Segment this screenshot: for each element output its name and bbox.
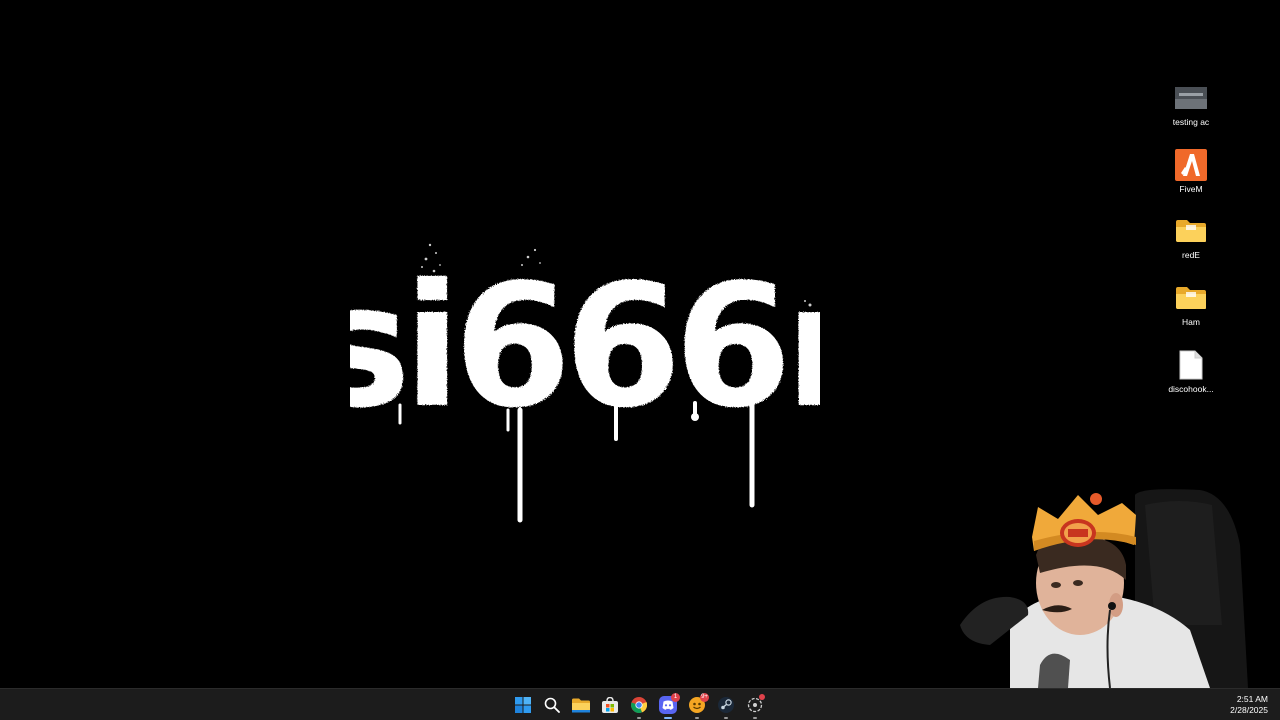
desktop-icon-label: Ham — [1182, 317, 1200, 328]
taskbar-microsoft-store[interactable] — [596, 691, 624, 719]
webcam-overlay — [950, 485, 1270, 688]
taskbar-chrome[interactable] — [625, 691, 653, 719]
store-icon — [602, 697, 618, 713]
desktop-icon-label: FiveM — [1179, 183, 1203, 194]
folder-icon — [1175, 282, 1207, 314]
desktop: si666r testing ac FiveM — [0, 0, 1280, 720]
taskbar-search-button[interactable] — [538, 691, 566, 719]
taskbar-discord[interactable]: 1 — [654, 691, 682, 719]
desktop-icon-label: discohook... — [1168, 383, 1214, 394]
clock-date: 2/28/2025 — [1230, 705, 1268, 715]
desktop-icon-testing-ac[interactable]: testing ac — [1160, 80, 1222, 142]
notification-badge: 9+ — [700, 693, 709, 702]
desktop-icon-ham[interactable]: Ham — [1160, 280, 1222, 342]
graffiti-art: si666r — [310, 243, 876, 523]
chrome-icon — [631, 697, 647, 713]
desktop-icon-label: redE — [1182, 250, 1200, 261]
taskbar-app-badged[interactable]: 9+ — [683, 691, 711, 719]
taskbar-app[interactable] — [741, 691, 769, 719]
notification-badge — [759, 694, 765, 700]
image-thumbnail-icon — [1175, 82, 1207, 114]
desktop-icon-discohook[interactable]: discohook... — [1160, 347, 1222, 409]
taskbar-apps: 1 9+ — [509, 689, 769, 720]
wallpaper-text: si666r — [350, 248, 820, 446]
folder-icon — [1175, 215, 1207, 247]
taskbar: 1 9+ 2:51 AM 2/28/2025 — [0, 688, 1280, 720]
file-icon — [1175, 349, 1207, 381]
notification-badge: 1 — [671, 693, 680, 702]
search-icon — [544, 697, 560, 713]
taskbar-steam[interactable] — [712, 691, 740, 719]
taskbar-clock[interactable]: 2:51 AM 2/28/2025 — [1230, 691, 1268, 719]
windows-start-icon — [515, 697, 531, 713]
taskbar-file-explorer[interactable] — [567, 691, 595, 719]
wallpaper-graffiti: si666r — [310, 225, 876, 525]
steam-icon — [718, 697, 734, 713]
desktop-icon-fivem[interactable]: FiveM — [1160, 147, 1222, 209]
fivem-icon — [1175, 148, 1207, 181]
clock-time: 2:51 AM — [1236, 694, 1268, 704]
desktop-icon-rede[interactable]: redE — [1160, 213, 1222, 275]
desktop-icon-label: testing ac — [1172, 117, 1210, 127]
webcam-feed — [960, 489, 1248, 688]
taskbar-start-button[interactable] — [509, 691, 537, 719]
folder-icon — [572, 698, 590, 712]
desktop-icons: testing ac FiveM redE Ham discohook... — [1160, 80, 1222, 413]
